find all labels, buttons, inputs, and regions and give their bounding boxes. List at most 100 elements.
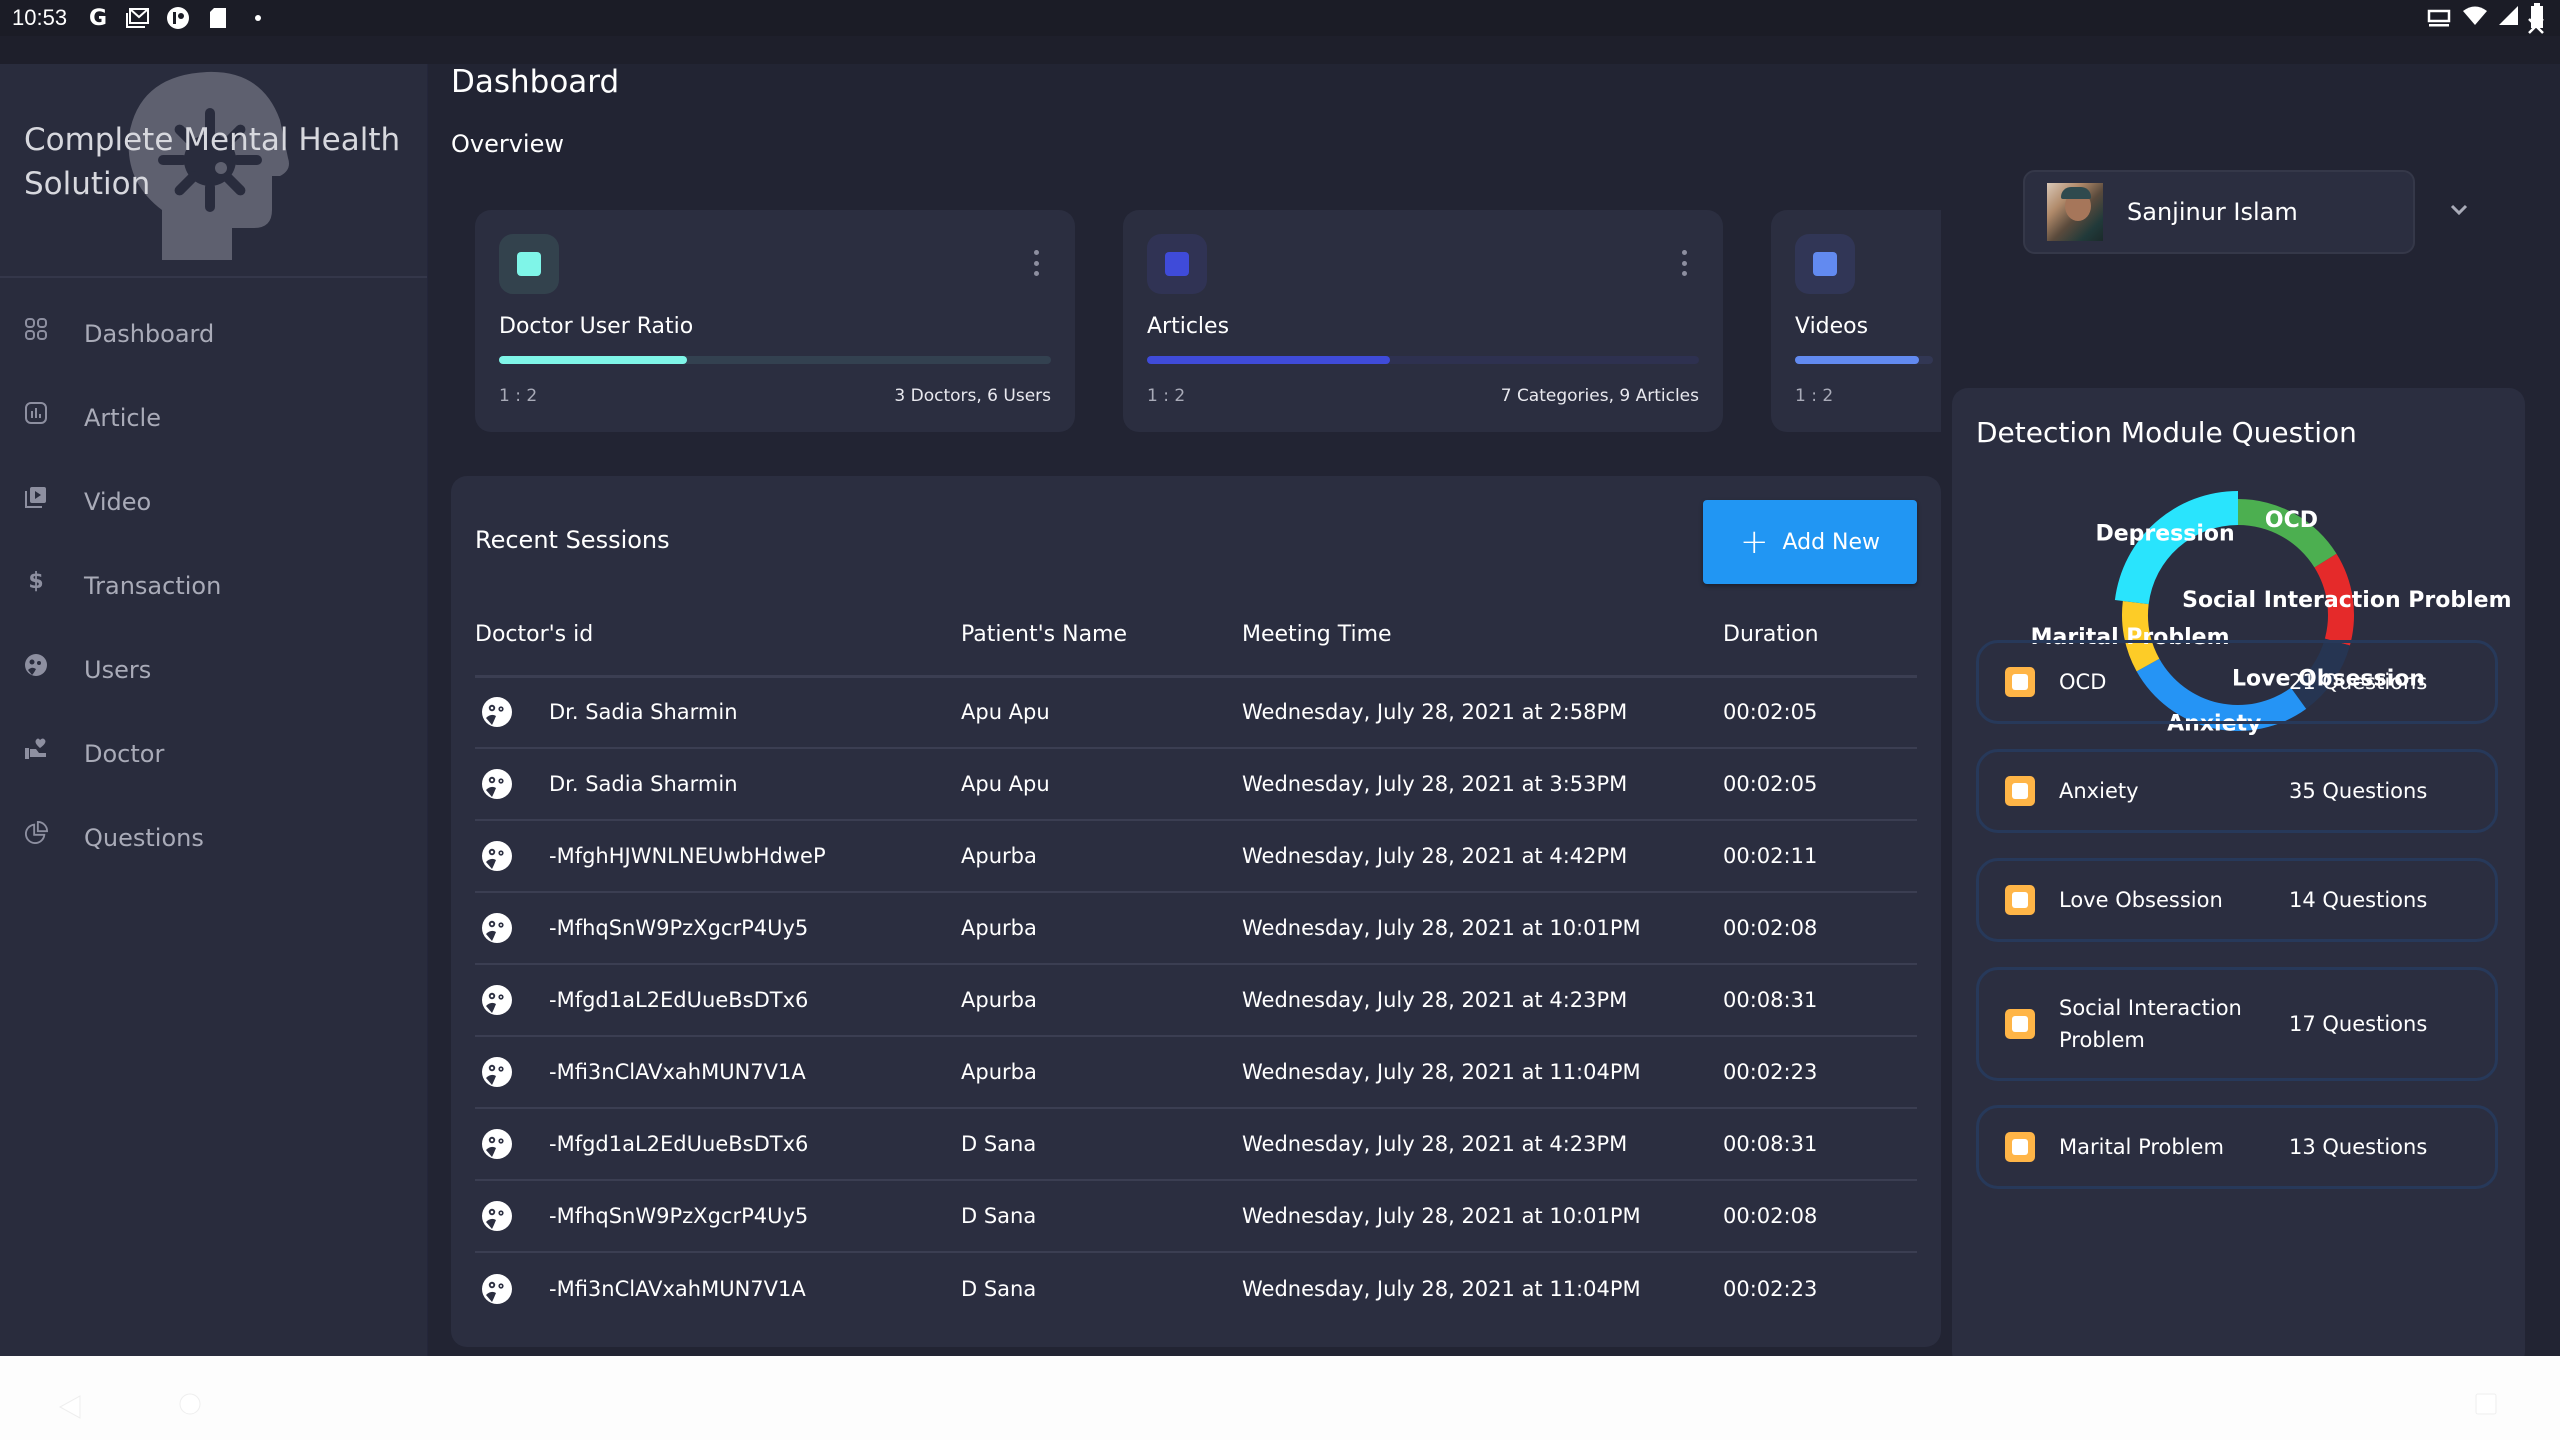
progress-fill bbox=[1147, 356, 1390, 364]
column-header-patient-name[interactable]: Patient's Name bbox=[961, 594, 1242, 678]
user-avatar-icon bbox=[481, 1128, 513, 1160]
user-avatar-icon bbox=[481, 840, 513, 872]
card-icon-box bbox=[499, 234, 559, 294]
card-title: Doctor User Ratio bbox=[499, 314, 694, 339]
sidebar-item-dashboard[interactable]: Dashboard bbox=[0, 292, 427, 376]
question-category-item[interactable]: Marital Problem 13 Questions bbox=[1976, 1105, 2498, 1189]
table-row[interactable]: Dr. Sadia Sharmin Apu Apu Wednesday, July … bbox=[475, 748, 1917, 821]
recent-sessions-title: Recent Sessions bbox=[475, 526, 670, 554]
question-category-item[interactable]: OCD 21 Questions bbox=[1976, 640, 2498, 724]
question-category-item[interactable]: Anxiety 35 Questions bbox=[1976, 749, 2498, 833]
question-count: 13 Questions bbox=[2289, 1135, 2428, 1159]
doctor-id: -Mfi3nClAVxahMUN7V1A bbox=[549, 1276, 806, 1301]
checkbox-icon[interactable] bbox=[2005, 776, 2035, 806]
doctor-id: -Mfgd1aL2EdUueBsDTx6 bbox=[549, 988, 809, 1012]
meeting-time-cell: Wednesday, July 28, 2021 at 10:01PM bbox=[1242, 892, 1723, 965]
more-options-icon[interactable] bbox=[1033, 250, 1039, 276]
user-avatar-icon bbox=[481, 984, 513, 1016]
progress-fill bbox=[499, 356, 687, 364]
sidebar-item-article[interactable]: Article bbox=[0, 376, 427, 460]
user-name: Sanjinur Islam bbox=[2127, 198, 2298, 226]
card-icon-box bbox=[1147, 234, 1207, 294]
wifi-icon bbox=[2462, 5, 2488, 32]
meeting-time-cell: Wednesday, July 28, 2021 at 10:01PM bbox=[1242, 1180, 1723, 1253]
checkbox-icon[interactable] bbox=[2005, 1132, 2035, 1162]
user-profile-dropdown[interactable]: Sanjinur Islam bbox=[2023, 170, 2415, 254]
google-icon: G bbox=[89, 5, 108, 31]
doctor-id: Dr. Sadia Sharmin bbox=[549, 772, 738, 796]
doctor-id-cell: Dr. Sadia Sharmin bbox=[475, 676, 961, 749]
add-new-label: Add New bbox=[1782, 529, 1881, 555]
doctor-id-cell: -MfhqSnW9PzXgcrP4Uy5 bbox=[475, 892, 961, 965]
overview-card-videos[interactable]: Videos 1 : 2 bbox=[1771, 210, 1941, 432]
table-row[interactable]: -Mfi3nClAVxahMUN7V1A Apurba Wednesday, Jul… bbox=[475, 1036, 1917, 1109]
sidebar-item-users[interactable]: Users bbox=[0, 628, 427, 712]
progress-track bbox=[499, 356, 1051, 364]
column-header-meeting-time[interactable]: Meeting Time bbox=[1242, 594, 1723, 678]
table-header-row: Doctor's id Patient's Name Meeting Time … bbox=[475, 594, 1917, 678]
table-row[interactable]: -MfhqSnW9PzXgcrP4Uy5 Apurba Wednesday, Jul… bbox=[475, 892, 1917, 965]
square-icon bbox=[517, 252, 541, 276]
doctor-id: -MfghHJWNLNEUwbHdweP bbox=[549, 844, 826, 868]
table-row[interactable]: -MfhqSnW9PzXgcrP4Uy5 D Sana Wednesday, Jul… bbox=[475, 1180, 1917, 1253]
progress-track bbox=[1147, 356, 1699, 364]
duration-cell: 00:02:08 bbox=[1723, 1180, 1917, 1253]
chevron-down-icon[interactable] bbox=[2447, 198, 2471, 222]
doctor-id-cell: -Mfi3nClAVxahMUN7V1A bbox=[475, 1036, 961, 1109]
duration-cell: 00:02:05 bbox=[1723, 676, 1917, 749]
dollar-icon: $ bbox=[28, 568, 44, 594]
checkbox-icon[interactable] bbox=[2005, 1009, 2035, 1039]
table-row[interactable]: -Mfgd1aL2EdUueBsDTx6 D Sana Wednesday, Jul… bbox=[475, 1108, 1917, 1181]
status-time: 10:53 bbox=[12, 5, 68, 30]
patient-name-cell: D Sana bbox=[961, 1108, 1242, 1181]
duration-cell: 00:08:31 bbox=[1723, 1108, 1917, 1181]
question-count: 21 Questions bbox=[2289, 670, 2428, 694]
pie-icon bbox=[24, 820, 48, 845]
checkbox-icon[interactable] bbox=[2005, 667, 2035, 697]
user-avatar-icon bbox=[481, 1200, 513, 1232]
question-category-item[interactable]: Love Obsession 14 Questions bbox=[1976, 858, 2498, 942]
progress-track bbox=[1795, 356, 1933, 364]
sd-card-icon bbox=[205, 5, 231, 31]
brand-logo[interactable]: Complete Mental Health Solution bbox=[0, 64, 427, 278]
detection-module-panel: Detection Module Question OCD Social Inte… bbox=[1952, 388, 2525, 1368]
dot-icon bbox=[245, 5, 271, 31]
card-ratio: 1 : 2 bbox=[1795, 386, 1834, 406]
table-row[interactable]: -Mfgd1aL2EdUueBsDTx6 Apurba Wednesday, Jul… bbox=[475, 964, 1917, 1037]
sidebar-item-doctor[interactable]: Doctor bbox=[0, 712, 427, 796]
sidebar-item-questions[interactable]: Questions bbox=[0, 796, 427, 880]
question-category-item[interactable]: Social Interaction Problem 17 Questions bbox=[1976, 967, 2498, 1081]
meeting-time-cell: Wednesday, July 28, 2021 at 11:04PM bbox=[1242, 1276, 1641, 1301]
patient-name-cell: Apurba bbox=[961, 1036, 1242, 1109]
add-new-button[interactable]: + Add New bbox=[1703, 500, 1917, 584]
column-header-duration[interactable]: Duration bbox=[1723, 594, 1917, 678]
recent-apps-icon[interactable] bbox=[2474, 1392, 2498, 1416]
column-header-doctor-id[interactable]: Doctor's id bbox=[475, 594, 961, 678]
checkbox-icon[interactable] bbox=[2005, 885, 2035, 915]
brand-title: Complete Mental Health Solution bbox=[24, 122, 401, 202]
user-avatar-icon bbox=[481, 696, 513, 728]
table-row[interactable]: -MfghHJWNLNEUwbHdweP Apurba Wednesday, Jul… bbox=[475, 820, 1917, 893]
back-icon[interactable] bbox=[56, 1392, 86, 1422]
video-icon bbox=[24, 485, 48, 509]
user-avatar-icon bbox=[481, 912, 513, 944]
more-options-icon[interactable] bbox=[1681, 250, 1687, 276]
doctor-id: -Mfgd1aL2EdUueBsDTx6 bbox=[549, 1132, 809, 1156]
doctor-id-cell: -Mfi3nClAVxahMUN7V1A bbox=[475, 1252, 961, 1324]
user-avatar-icon bbox=[481, 768, 513, 800]
sidebar-item-transaction[interactable]: $ Transaction bbox=[0, 544, 427, 628]
sidebar: Complete Mental Health Solution Dashboar… bbox=[0, 64, 428, 1356]
question-count: 17 Questions bbox=[2289, 1012, 2428, 1036]
avatar bbox=[2047, 183, 2103, 241]
card-ratio: 1 : 2 bbox=[499, 386, 538, 406]
sidebar-item-video[interactable]: Video bbox=[0, 460, 427, 544]
overview-card-articles[interactable]: Articles 1 : 2 7 Categories, 9 Articles bbox=[1123, 210, 1723, 432]
square-icon bbox=[1813, 252, 1837, 276]
table-row[interactable]: -Mfi3nClAVxahMUN7V1A D Sana Wednesday, Jul… bbox=[475, 1252, 1917, 1324]
meeting-time-cell: Wednesday, July 28, 2021 at 4:23PM bbox=[1242, 964, 1723, 1037]
overview-card-doctor-user-ratio[interactable]: Doctor User Ratio 1 : 2 3 Doctors, 6 Use… bbox=[475, 210, 1075, 432]
patient-name-cell: Apurba bbox=[961, 892, 1242, 965]
status-bar: 10:53 G bbox=[0, 0, 2560, 36]
table-row[interactable]: Dr. Sadia Sharmin Apu Apu Wednesday, July … bbox=[475, 676, 1917, 749]
home-icon[interactable] bbox=[178, 1392, 202, 1416]
